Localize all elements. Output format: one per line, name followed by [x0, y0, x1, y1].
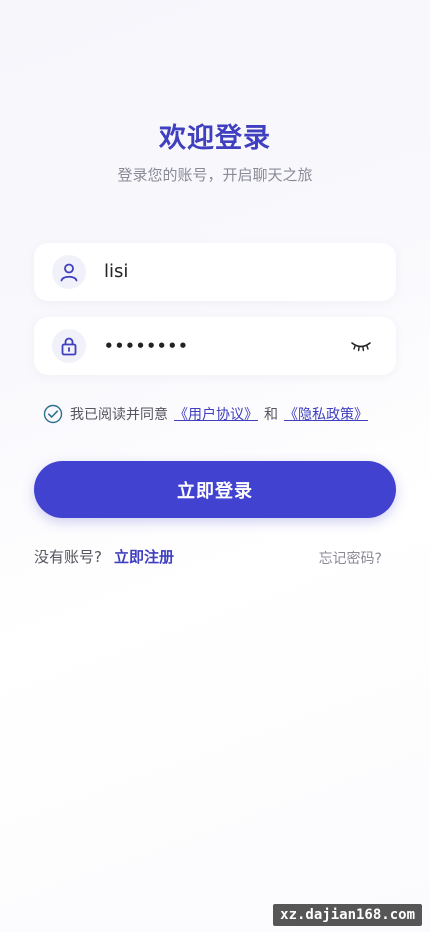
agreement-joiner: 和	[264, 407, 278, 423]
no-account-text: 没有账号?	[34, 548, 102, 566]
register-row: 没有账号? 立即注册	[34, 546, 174, 567]
password-field[interactable]: ••••••••	[34, 317, 396, 375]
username-field[interactable]: lisi	[34, 243, 396, 301]
user-icon	[52, 255, 86, 289]
agreement-row: 我已阅读并同意 《用户协议》 和 《隐私政策》	[43, 403, 374, 425]
forgot-password-link[interactable]: 忘记密码?	[319, 548, 382, 568]
page-title: 欢迎登录	[159, 123, 271, 154]
user-agreement-link[interactable]: 《用户协议》	[174, 404, 258, 424]
page-subtitle: 登录您的账号，开启聊天之旅	[117, 166, 313, 184]
privacy-policy-link[interactable]: 《隐私政策》	[284, 404, 368, 424]
login-button[interactable]: 立即登录	[34, 461, 396, 518]
password-input[interactable]: ••••••••	[104, 317, 189, 375]
watermark: xz.dajian168.com	[273, 904, 422, 926]
eye-closed-icon[interactable]	[350, 338, 372, 354]
agreement-checkbox[interactable]	[43, 404, 63, 424]
register-link[interactable]: 立即注册	[114, 546, 174, 567]
username-input[interactable]: lisi	[104, 243, 128, 301]
agreement-text: 我已阅读并同意	[70, 407, 168, 423]
lock-icon	[52, 329, 86, 363]
